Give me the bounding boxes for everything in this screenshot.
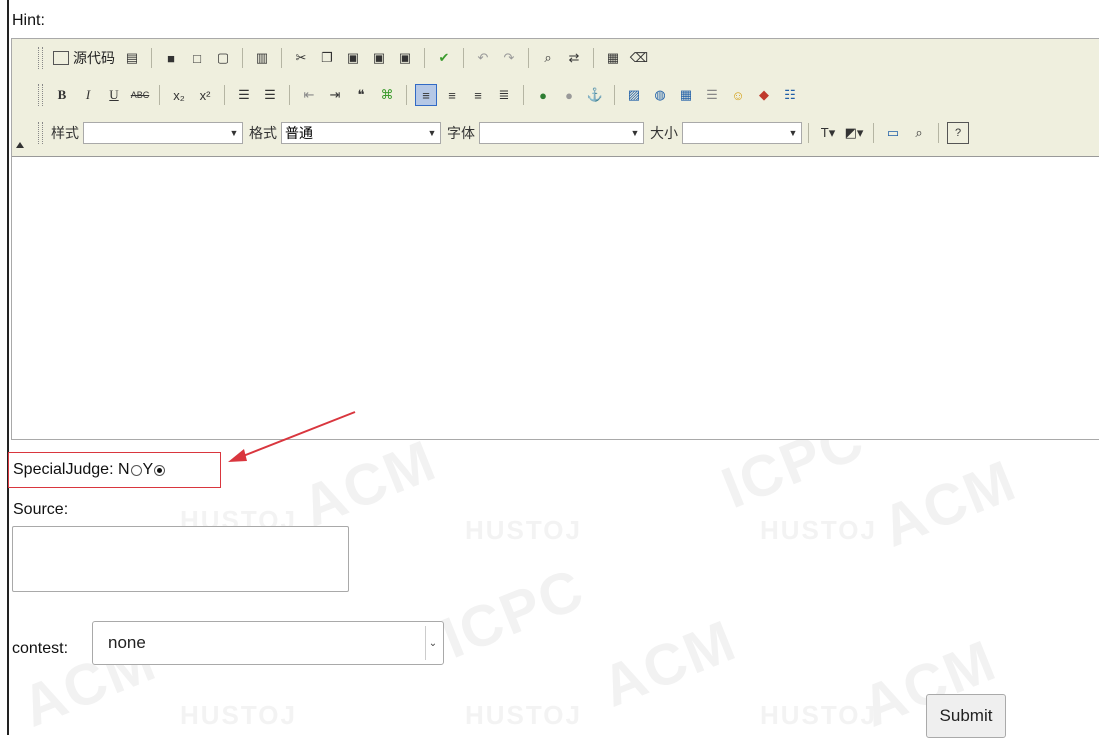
contest-select[interactable]: none ⌄ [92, 621, 444, 665]
source-textarea[interactable] [12, 526, 349, 592]
special-judge-label: SpecialJudge: N [13, 461, 130, 478]
special-judge-row: SpecialJudge: N Y [13, 461, 166, 479]
special-judge-y-label: Y [142, 461, 154, 478]
special-judge-radio-n[interactable] [130, 464, 142, 476]
chevron-down-icon: ⌄ [425, 626, 440, 660]
contest-select-value: none [108, 633, 146, 652]
contest-label: contest: [12, 640, 69, 657]
special-judge-radio-y[interactable] [154, 464, 166, 476]
submit-button[interactable]: Submit [926, 694, 1006, 738]
source-label: Source: [13, 501, 69, 518]
